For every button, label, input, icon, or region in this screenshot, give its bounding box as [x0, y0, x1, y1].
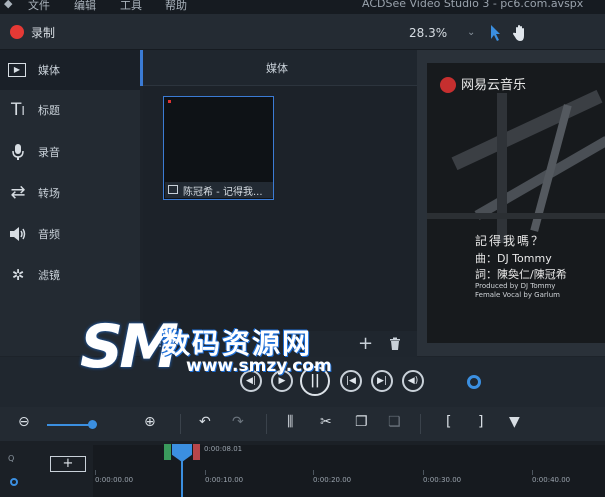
timeline-zoom-slider[interactable] — [47, 424, 93, 426]
menu-file[interactable]: 文件 — [28, 0, 50, 13]
track-zoom-icon[interactable]: Q — [8, 454, 14, 463]
cut-icon[interactable]: ✂ — [320, 414, 332, 430]
sidebar-item-title[interactable]: TI 标题 — [0, 90, 140, 130]
sidebar-item-transition[interactable]: ⇄ 转场 — [0, 173, 140, 213]
playhead-line — [181, 460, 183, 497]
sidebar: ▶ 媒体 TI 标题 录音 ⇄ 转场 音频 ✲ 滤镜 — [0, 50, 140, 356]
add-track-button[interactable]: + — [50, 456, 86, 472]
menu-tools[interactable]: 工具 — [120, 0, 142, 13]
menu-help[interactable]: 帮助 — [165, 0, 187, 13]
paste-icon[interactable]: ❏ — [388, 414, 401, 430]
add-media-button[interactable]: + — [358, 333, 373, 354]
zoom-in-icon[interactable]: ⊕ — [144, 414, 156, 430]
preview-vocal: Female Vocal by Garlum — [475, 291, 560, 299]
preview-composer: 曲：DJ Tommy — [475, 252, 552, 265]
effects-wand-icon: ✲ — [11, 266, 25, 284]
sidebar-item-record-audio[interactable]: 录音 — [0, 132, 140, 172]
app-logo-icon: ◆ — [4, 0, 13, 10]
preview-producer: Produced by DJ Tommy — [475, 282, 556, 290]
sidebar-item-label: 媒体 — [38, 64, 60, 77]
microphone-icon — [12, 144, 24, 160]
sidebar-item-label: 录音 — [38, 146, 60, 159]
ruler-tick — [205, 470, 206, 475]
timecode-label: 0:00:10.00 — [205, 476, 244, 484]
marker-icon[interactable]: ▼ — [509, 414, 520, 430]
ruler-tick — [313, 470, 314, 475]
menu-edit[interactable]: 编辑 — [74, 0, 96, 13]
copy-icon[interactable]: ❐ — [355, 414, 368, 430]
speaker-icon — [10, 227, 26, 241]
sidebar-item-filter[interactable]: ✲ 滤镜 — [0, 255, 140, 295]
track-toggle-icon[interactable] — [10, 478, 18, 486]
ruler-tick — [95, 470, 96, 475]
thumbnail-marker — [168, 100, 171, 103]
timeline-zoom-knob[interactable] — [88, 420, 97, 429]
zoom-out-icon[interactable]: ⊖ — [18, 414, 30, 430]
watermark-logo: SM — [80, 312, 179, 382]
next-frame-button[interactable]: ▶| — [371, 370, 393, 392]
trash-icon[interactable] — [389, 337, 401, 351]
film-icon — [168, 185, 178, 194]
timecode-label: 0:00:40.00 — [532, 476, 571, 484]
sidebar-item-label: 转场 — [38, 187, 60, 200]
sidebar-item-label: 音频 — [38, 228, 60, 241]
playhead-timecode: 0:00:08.01 — [204, 445, 243, 453]
volume-slider-knob[interactable] — [467, 375, 481, 389]
title-text-icon: TI — [11, 100, 25, 120]
mark-in-icon[interactable]: [ — [446, 414, 451, 430]
preview-lyricist: 詞：陳奐仁/陳冠希 — [475, 268, 567, 281]
window-title: ACDSee Video Studio 3 - pc6.com.avspx — [362, 0, 584, 10]
ruler-tick — [532, 470, 533, 475]
preview-song-title: 記得我嗎？ — [475, 234, 546, 248]
timecode-label: 0:00:20.00 — [313, 476, 352, 484]
redo-icon[interactable]: ↷ — [232, 414, 244, 430]
toolbar-divider — [266, 414, 267, 434]
chevron-down-icon[interactable]: ⌄ — [467, 27, 475, 38]
out-point-marker[interactable] — [193, 444, 200, 460]
preview-brand: 网易云音乐 — [461, 78, 527, 93]
split-icon[interactable]: ⫼ — [287, 414, 293, 430]
pointer-cursor-icon[interactable] — [488, 24, 502, 42]
media-icon: ▶ — [8, 63, 26, 77]
sidebar-item-audio[interactable]: 音频 — [0, 214, 140, 254]
sidebar-item-label: 标题 — [38, 104, 60, 117]
hand-pan-icon[interactable] — [512, 24, 528, 42]
undo-icon[interactable]: ↶ — [199, 414, 211, 430]
watermark-url: www.smzy.com — [186, 356, 332, 376]
previous-frame-button[interactable]: |◀ — [340, 370, 362, 392]
mark-out-icon[interactable]: ] — [478, 414, 483, 430]
in-point-marker[interactable] — [164, 444, 171, 460]
toolbar-divider — [180, 414, 181, 434]
timecode-label: 0:00:30.00 — [423, 476, 462, 484]
ruler-tick — [423, 470, 424, 475]
zoom-level-select[interactable]: 28.3% — [409, 26, 447, 40]
netease-music-logo — [440, 77, 456, 93]
clip-name: 陈冠希 - 记得我... — [183, 187, 263, 198]
media-panel-title: 媒体 — [266, 62, 288, 75]
transition-icon: ⇄ — [10, 182, 26, 203]
toolbar-divider — [420, 414, 421, 434]
menu-bar: ◆ 文件 编辑 工具 帮助 ACDSee Video Studio 3 - pc… — [0, 0, 605, 14]
sidebar-item-media[interactable]: ▶ 媒体 — [0, 50, 140, 90]
volume-button[interactable]: ◀) — [402, 370, 424, 392]
sidebar-item-label: 滤镜 — [38, 269, 60, 282]
video-preview[interactable] — [427, 63, 605, 343]
record-icon[interactable] — [10, 25, 24, 39]
record-button[interactable]: 录制 — [31, 24, 55, 41]
timecode-label: 0:00:00.00 — [95, 476, 134, 484]
